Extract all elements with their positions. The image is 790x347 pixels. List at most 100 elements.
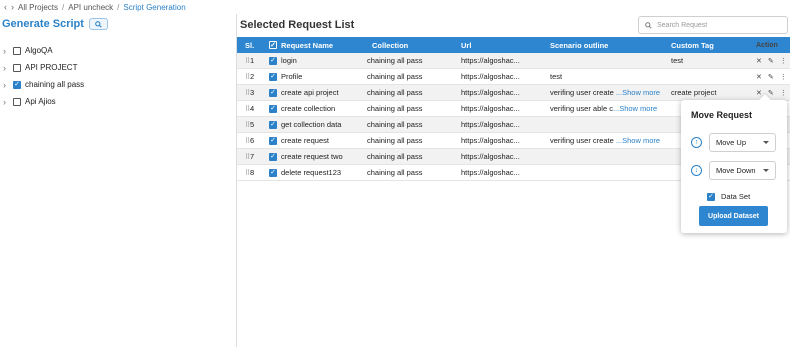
drag-handle-icon[interactable]: ⠿ <box>237 153 250 161</box>
tree-checkbox[interactable] <box>13 46 21 55</box>
search-placeholder: Search Request <box>657 21 708 29</box>
table-row[interactable]: ⠿ 3 ✓ create api project chaining all pass ht… <box>237 85 790 101</box>
generate-script-header: Generate Script <box>2 18 108 30</box>
column-header-scenario-outline[interactable]: Scenario outline <box>550 41 671 50</box>
row-scenario-text: test <box>550 72 563 81</box>
breadcrumb-api-uncheck[interactable]: API uncheck <box>68 3 113 12</box>
chevron-right-icon[interactable]: › <box>3 63 9 73</box>
row-collection: chaining all pass <box>367 168 423 177</box>
row-scenario-outline: test <box>550 72 671 81</box>
move-up-select[interactable]: Move Up <box>709 133 776 152</box>
dataset-checkbox-row[interactable]: ✓ Data Set <box>707 192 750 201</box>
table-row[interactable]: ⠿ 2 ✓ Profile chaining all pass https://algos… <box>237 69 790 85</box>
row-checkbox[interactable]: ✓ <box>269 136 281 145</box>
move-up-row: ↑ Move Up <box>691 133 776 152</box>
row-collection: chaining all pass <box>367 56 423 65</box>
drag-handle-icon[interactable]: ⠿ <box>237 105 250 113</box>
dataset-checkbox[interactable]: ✓ <box>707 192 715 201</box>
row-collection: chaining all pass <box>367 152 423 161</box>
close-icon[interactable]: ✕ <box>756 57 762 65</box>
chevron-right-icon[interactable]: › <box>3 80 9 90</box>
row-sl: 5 <box>250 120 255 129</box>
tree-search-button[interactable] <box>88 18 108 30</box>
row-sl: 7 <box>250 152 255 161</box>
caret-down-icon <box>763 141 769 144</box>
drag-handle-icon[interactable]: ⠿ <box>237 73 250 81</box>
row-checkbox[interactable]: ✓ <box>269 72 281 81</box>
tree-item-label: API PROJECT <box>25 63 78 72</box>
column-header-request-name[interactable]: Request Name <box>281 41 367 50</box>
show-more-link[interactable]: ...Show more <box>616 136 660 145</box>
row-checkbox[interactable]: ✓ <box>269 168 281 177</box>
arrow-up-icon[interactable]: ↑ <box>691 137 702 148</box>
row-sl: 4 <box>250 104 255 113</box>
project-tree-panel: Generate Script › AlgoQA › API PROJECT ›… <box>0 14 237 347</box>
edit-pencil-icon[interactable]: ✎ <box>768 73 774 81</box>
tree-item-label: AlgoQA <box>25 46 53 55</box>
search-icon <box>645 21 652 29</box>
tree-checkbox[interactable] <box>13 63 21 72</box>
show-more-link[interactable]: ...Show more <box>613 104 657 113</box>
row-url: https://algoshac... <box>461 104 520 113</box>
back-arrow-icon[interactable]: ‹ <box>4 2 7 12</box>
row-sl: 6 <box>250 136 255 145</box>
search-request-input[interactable]: Search Request <box>638 16 788 34</box>
row-request-name: create collection <box>281 104 336 113</box>
tree-checkbox-checked[interactable]: ✓ <box>13 80 21 89</box>
tree-item-chaining-all-pass[interactable]: › ✓ chaining all pass <box>3 76 84 93</box>
move-up-label: Move Up <box>716 138 747 147</box>
more-icon[interactable]: ⋮ <box>780 89 787 97</box>
row-url: https://algoshac... <box>461 88 520 97</box>
page-title: Selected Request List <box>240 19 355 31</box>
tree-item-label: Api Ajios <box>25 97 56 106</box>
move-down-select[interactable]: Move Down <box>709 161 776 180</box>
row-actions: ✕ ✎ ⋮ <box>756 73 790 81</box>
row-actions: ✕ ✎ ⋮ <box>756 57 790 65</box>
edit-pencil-icon[interactable]: ✎ <box>768 57 774 65</box>
forward-arrow-icon[interactable]: › <box>11 2 14 12</box>
drag-handle-icon[interactable]: ⠿ <box>237 121 250 129</box>
column-header-collection[interactable]: Collection <box>367 41 461 50</box>
drag-handle-icon[interactable]: ⠿ <box>237 137 250 145</box>
tree-item-algoqa[interactable]: › AlgoQA <box>3 42 84 59</box>
arrow-down-icon[interactable]: ↓ <box>691 165 702 176</box>
show-more-link[interactable]: ...Show more <box>616 88 660 97</box>
column-header-action: Action <box>756 41 778 49</box>
move-request-popover: Move Request ↑ Move Up ↓ Move Down ✓ Dat… <box>681 100 787 233</box>
row-checkbox[interactable]: ✓ <box>269 104 281 113</box>
table-row[interactable]: ⠿ 1 ✓ login chaining all pass https://algosha… <box>237 53 790 69</box>
row-checkbox[interactable]: ✓ <box>269 152 281 161</box>
more-icon[interactable]: ⋮ <box>780 73 787 81</box>
close-icon[interactable]: ✕ <box>756 73 762 81</box>
breadcrumb: ‹ › All Projects / API uncheck / Script … <box>0 0 790 14</box>
row-checkbox[interactable]: ✓ <box>269 120 281 129</box>
row-sl: 3 <box>250 88 255 97</box>
row-collection: chaining all pass <box>367 88 423 97</box>
row-collection: chaining all pass <box>367 120 423 129</box>
row-collection: chaining all pass <box>367 136 423 145</box>
breadcrumb-all-projects[interactable]: All Projects <box>18 3 58 12</box>
column-header-custom-tag[interactable]: Custom Tag <box>671 41 756 50</box>
drag-handle-icon[interactable]: ⠿ <box>237 89 250 97</box>
row-checkbox[interactable]: ✓ <box>269 56 281 65</box>
chevron-right-icon[interactable]: › <box>3 97 9 107</box>
row-sl: 8 <box>250 168 255 177</box>
drag-handle-icon[interactable]: ⠿ <box>237 57 250 65</box>
tree-item-api-project[interactable]: › API PROJECT <box>3 59 84 76</box>
upload-dataset-button[interactable]: Upload Dataset <box>699 206 768 226</box>
generate-script-title: Generate Script <box>2 18 84 30</box>
row-url: https://algoshac... <box>461 72 520 81</box>
more-icon[interactable]: ⋮ <box>780 57 787 65</box>
column-header-url[interactable]: Url <box>461 41 550 50</box>
tree-item-api-ajios[interactable]: › Api Ajios <box>3 93 84 110</box>
row-request-name: create request <box>281 136 329 145</box>
move-down-label: Move Down <box>716 166 756 175</box>
row-checkbox[interactable]: ✓ <box>269 88 281 97</box>
chevron-right-icon[interactable]: › <box>3 46 9 56</box>
drag-handle-icon[interactable]: ⠿ <box>237 169 250 177</box>
select-all-checkbox[interactable]: ✓ <box>269 41 281 49</box>
row-request-name: create request two <box>281 152 343 161</box>
tree-checkbox[interactable] <box>13 97 21 106</box>
project-tree: › AlgoQA › API PROJECT › ✓ chaining all … <box>3 42 84 110</box>
breadcrumb-separator: / <box>62 2 65 12</box>
